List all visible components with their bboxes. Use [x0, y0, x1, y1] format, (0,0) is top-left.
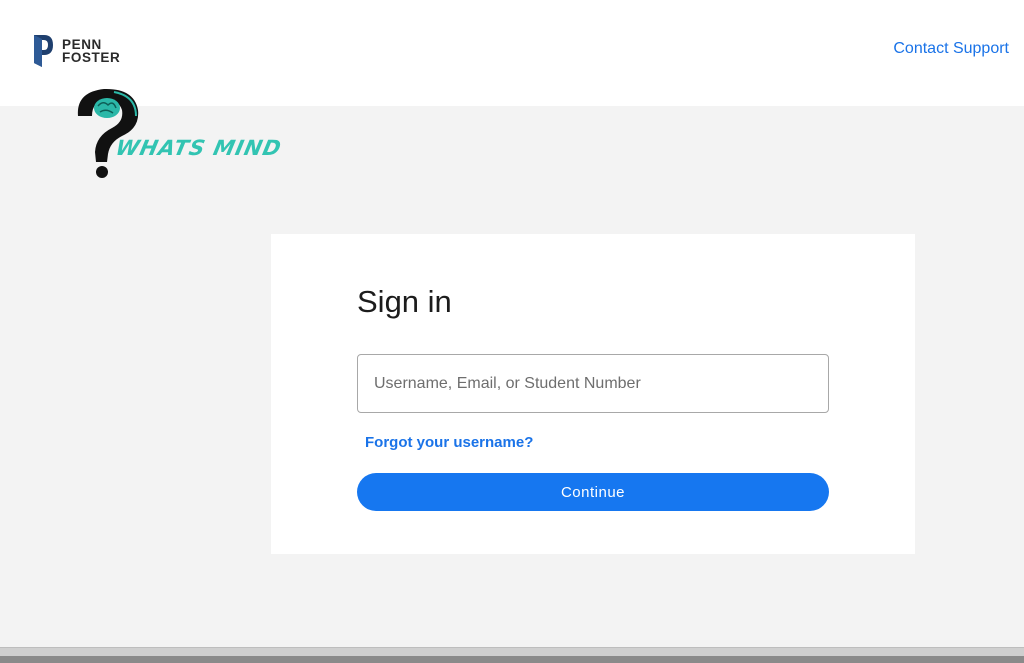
brand-wordmark: PENN FOSTER — [62, 38, 121, 65]
question-head-icon — [77, 88, 139, 178]
penn-foster-logo[interactable]: PENN FOSTER — [31, 33, 120, 69]
continue-button[interactable]: Continue — [357, 473, 829, 511]
sign-in-title: Sign in — [357, 284, 452, 319]
username-input[interactable] — [357, 354, 829, 413]
bottom-divider — [0, 647, 1024, 663]
whats-mind-watermark: WHATS MIND — [70, 86, 284, 178]
brand-line-2: FOSTER — [62, 50, 121, 65]
sign-in-card: Sign in Forgot your username? Continue — [271, 234, 915, 554]
watermark-text: WHATS MIND — [113, 136, 285, 160]
forgot-username-link[interactable]: Forgot your username? — [365, 434, 533, 451]
contact-support-link[interactable]: Contact Support — [893, 40, 1009, 58]
penn-foster-mark-icon — [34, 35, 53, 67]
